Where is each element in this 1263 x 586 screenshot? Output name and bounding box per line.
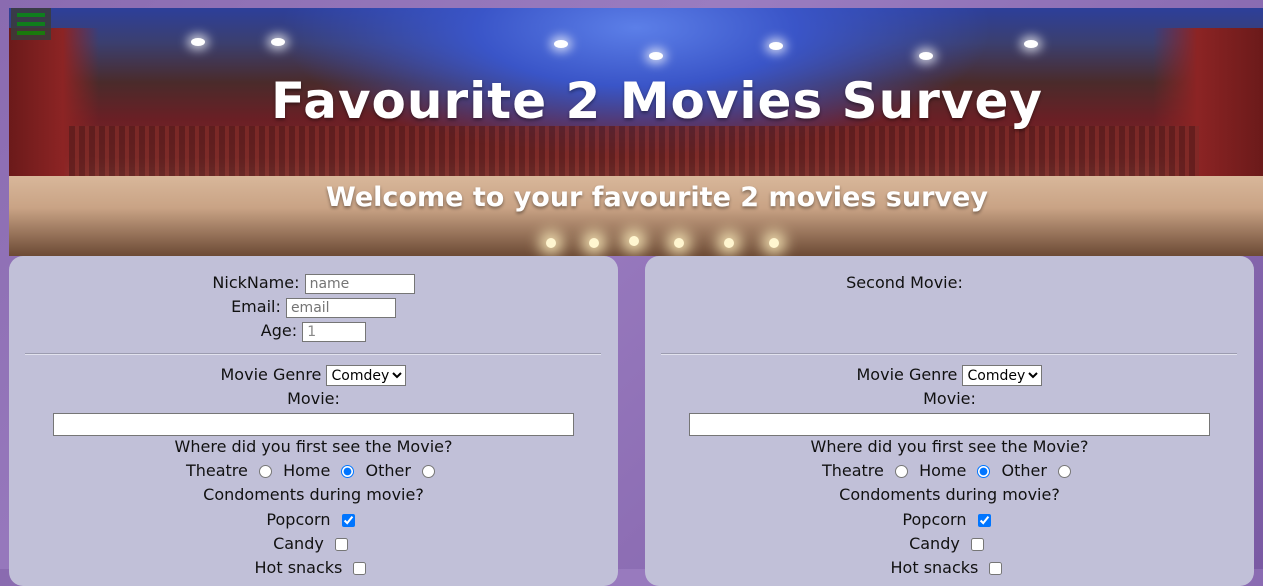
nickname-input[interactable] [304,273,415,294]
stage-light [769,238,779,248]
option-other-label: Other [1001,461,1047,480]
other-radio[interactable] [422,465,436,478]
page-title: Favourite 2 Movies Survey [271,72,1043,130]
stage-light [589,238,599,248]
genre-label: Movie Genre [220,365,322,384]
genre-label: Movie Genre [856,365,958,384]
movie-input-row [9,413,618,436]
header-banner: Favourite 2 Movies Survey Welcome to you… [9,8,1263,256]
where-label-row: Where did you first see the Movie? [9,437,618,456]
age-row: Age: [9,321,618,342]
hotsnacks-label: Hot snacks [890,558,979,577]
candy-row: Candy [645,534,1254,553]
ceiling-light [1024,40,1038,48]
candy-checkbox[interactable] [970,538,984,551]
genre-select[interactable]: Comdey [326,365,407,386]
candy-label: Candy [273,534,324,553]
hotsnacks-row: Hot snacks [9,558,618,577]
section-divider [661,353,1237,355]
email-label: Email: [231,297,281,316]
nickname-row: NickName: [9,273,618,294]
where-label-row: Where did you first see the Movie? [645,437,1254,456]
where-options-row: Theatre Home Other [9,461,618,480]
movie-input-row [645,413,1254,436]
hotsnacks-row: Hot snacks [645,558,1254,577]
genre-row: Movie Genre Comdey [645,365,1254,386]
home-radio[interactable] [977,465,991,478]
popcorn-label: Popcorn [902,510,967,529]
genre-row: Movie Genre Comdey [9,365,618,386]
where-label: Where did you first see the Movie? [810,437,1089,456]
theatre-radio[interactable] [894,465,908,478]
stage-light [546,238,556,248]
movie-label: Movie: [923,389,976,408]
theatre-radio[interactable] [258,465,272,478]
movie-input[interactable] [53,413,574,436]
genre-select[interactable]: Comdey [962,365,1043,386]
home-radio[interactable] [341,465,355,478]
age-input[interactable] [302,321,367,342]
candy-row: Candy [9,534,618,553]
second-movie-heading-row: Second Movie: [600,273,1209,292]
popcorn-row: Popcorn [9,510,618,529]
email-input[interactable] [285,297,396,318]
page-subtitle: Welcome to your favourite 2 movies surve… [326,182,988,213]
menu-bar [17,13,45,17]
condiments-label-row: Condoments during movie? [645,485,1254,504]
popcorn-checkbox[interactable] [341,514,355,527]
option-home-label: Home [919,461,967,480]
ceiling-light [191,38,205,46]
section-divider [25,353,601,355]
stage-light [674,238,684,248]
popcorn-row: Popcorn [645,510,1254,529]
movie-input[interactable] [689,413,1210,436]
option-theatre-label: Theatre [821,461,884,480]
hotsnacks-label: Hot snacks [254,558,343,577]
where-options-row: Theatre Home Other [645,461,1254,480]
option-theatre-label: Theatre [185,461,248,480]
popcorn-label: Popcorn [266,510,331,529]
nickname-label: NickName: [212,273,300,292]
option-home-label: Home [283,461,331,480]
movie-label-row: Movie: [9,389,618,408]
stage-light [724,238,734,248]
movie-label: Movie: [287,389,340,408]
option-other-label: Other [365,461,411,480]
condiments-label: Condoments during movie? [839,485,1060,504]
where-label: Where did you first see the Movie? [174,437,453,456]
condiments-label: Condoments during movie? [203,485,424,504]
movie-label-row: Movie: [645,389,1254,408]
stage-light [629,236,639,246]
ceiling-light [271,38,285,46]
condiments-label-row: Condoments during movie? [9,485,618,504]
ceiling-light [919,52,933,60]
candy-checkbox[interactable] [334,538,348,551]
menu-bar [17,22,45,26]
email-row: Email: [9,297,618,318]
hamburger-menu-icon[interactable] [11,8,51,40]
ceiling-light [554,40,568,48]
first-movie-panel: NickName: Email: Age: Movie Genre Comdey… [9,256,618,586]
second-movie-heading: Second Movie: [846,273,963,292]
other-radio[interactable] [1058,465,1072,478]
second-movie-panel: Second Movie: Movie Genre Comdey Movie: … [645,256,1254,586]
ceiling-light [769,42,783,50]
menu-bar [17,31,45,35]
age-label: Age: [260,321,298,340]
popcorn-checkbox[interactable] [977,514,991,527]
ceiling-light [649,52,663,60]
candy-label: Candy [909,534,960,553]
